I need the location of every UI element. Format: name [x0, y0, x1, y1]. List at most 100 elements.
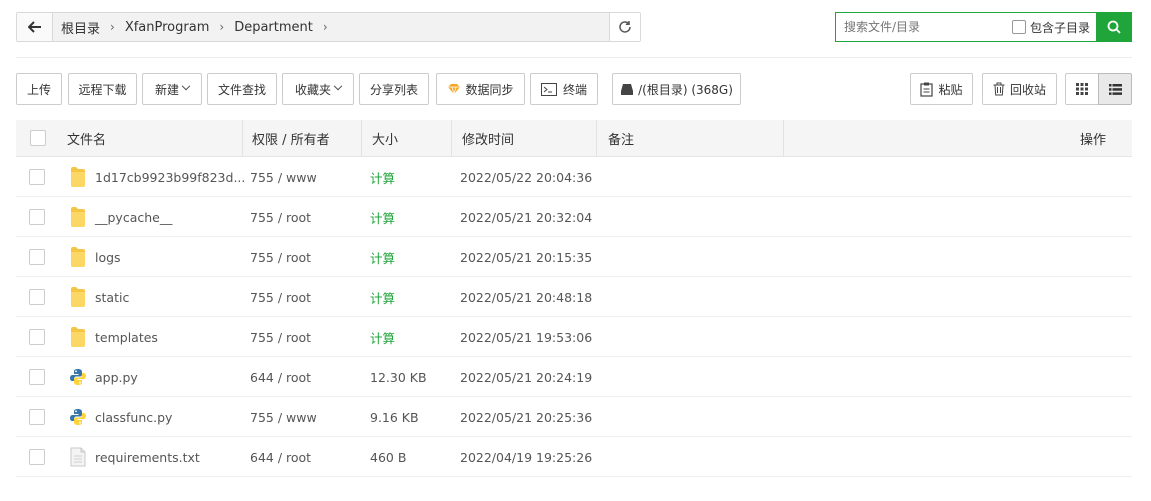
breadcrumb-item-root[interactable]: 根目录	[59, 18, 102, 37]
file-size: 460 B	[370, 449, 407, 465]
row-checkbox[interactable]	[29, 169, 45, 185]
terminal-button[interactable]: 终端	[530, 73, 598, 105]
breadcrumb: 根目录 › XfanProgram › Department ›	[53, 13, 609, 41]
column-header-size[interactable]: 大小	[372, 120, 452, 156]
recycle-bin-label: 回收站	[1009, 82, 1046, 97]
row-checkbox-wrap	[29, 277, 45, 317]
divider	[16, 57, 1132, 58]
new-button[interactable]: 新建	[142, 73, 202, 105]
table-row[interactable]: __pycache__ 755 / root 计算 2022/05/21 20:32:…	[16, 197, 1132, 237]
file-perm[interactable]: 755 / www	[250, 157, 317, 197]
table-row[interactable]: logs 755 / root 计算 2022/05/21 20:15:35	[16, 237, 1132, 277]
file-search-label: 文件查找	[217, 82, 266, 97]
python-file-icon	[67, 357, 89, 397]
row-checkbox[interactable]	[29, 209, 45, 225]
paste-label: 粘贴	[938, 82, 963, 97]
file-size[interactable]: 计算	[370, 237, 395, 277]
file-perm[interactable]: 755 / www	[250, 397, 317, 437]
data-sync-button[interactable]: 数据同步	[436, 73, 525, 105]
grid-view-button[interactable]	[1065, 73, 1099, 105]
refresh-button[interactable]	[609, 13, 640, 41]
file-name[interactable]: 1d17cb9923b99f823d...	[95, 157, 245, 197]
file-size: 12.30 KB	[370, 369, 427, 385]
folder-icon	[67, 237, 89, 277]
row-checkbox[interactable]	[29, 449, 45, 465]
row-checkbox-wrap	[29, 237, 45, 277]
file-perm[interactable]: 755 / root	[250, 237, 311, 277]
table-row[interactable]: 1d17cb9923b99f823d... 755 / www 计算 2022/05/…	[16, 157, 1132, 197]
favorites-label: 收藏夹	[294, 82, 331, 97]
file-name[interactable]: templates	[95, 317, 158, 357]
breadcrumb-item-xfanprogram[interactable]: XfanProgram	[123, 20, 212, 35]
file-perm[interactable]: 755 / root	[250, 277, 311, 317]
file-mtime: 2022/05/21 20:24:19	[460, 369, 593, 385]
breadcrumb-item-department[interactable]: Department	[232, 20, 315, 35]
column-header-mtime[interactable]: 修改时间	[462, 120, 597, 156]
table-row[interactable]: static 755 / root 计算 2022/05/21 20:48:18	[16, 277, 1132, 317]
recycle-bin-button[interactable]: 回收站	[982, 73, 1057, 105]
share-list-button[interactable]: 分享列表	[359, 73, 429, 105]
column-header-action: 操作	[1080, 132, 1107, 148]
row-checkbox[interactable]	[29, 409, 45, 425]
file-name[interactable]: static	[95, 277, 129, 317]
search-input[interactable]	[836, 13, 1012, 41]
file-mtime: 2022/04/19 19:25:26	[460, 449, 593, 465]
table-row[interactable]: requirements.txt 644 / root 460 B 2022/04/1…	[16, 437, 1132, 477]
list-view-button[interactable]	[1098, 73, 1132, 105]
file-perm[interactable]: 644 / root	[250, 437, 311, 477]
row-checkbox[interactable]	[29, 369, 45, 385]
file-size[interactable]: 计算	[370, 317, 395, 357]
paste-button[interactable]: 粘贴	[910, 73, 973, 105]
file-name[interactable]: app.py	[95, 357, 138, 397]
file-name[interactable]: classfunc.py	[95, 397, 172, 437]
file-name[interactable]: logs	[95, 237, 121, 277]
file-size[interactable]: 计算	[370, 157, 395, 197]
row-checkbox-wrap	[29, 397, 45, 437]
row-checkbox[interactable]	[29, 289, 45, 305]
row-checkbox-wrap	[29, 317, 45, 357]
terminal-label: 终端	[562, 82, 587, 97]
favorites-button[interactable]: 收藏夹	[282, 73, 354, 105]
disk-icon	[621, 83, 634, 95]
chevron-right-icon: ›	[322, 20, 328, 34]
back-button[interactable]	[17, 13, 53, 41]
file-mtime: 2022/05/22 20:04:36	[460, 169, 593, 185]
file-mtime: 2022/05/21 19:53:06	[460, 329, 593, 345]
include-subdir-toggle[interactable]: 包含子目录	[1011, 13, 1096, 41]
table-row[interactable]: classfunc.py 755 / www 9.16 KB 2022/05/21 2…	[16, 397, 1132, 437]
folder-icon	[67, 157, 89, 197]
column-header-remark: 备注	[608, 120, 784, 156]
remote-download-label: 远程下载	[78, 82, 127, 97]
file-mtime: 2022/05/21 20:32:04	[460, 209, 593, 225]
column-header-name[interactable]: 文件名	[67, 120, 243, 156]
disk-button[interactable]: /(根目录) (368G)	[612, 73, 741, 105]
file-size[interactable]: 计算	[370, 197, 395, 237]
file-perm[interactable]: 755 / root	[250, 317, 311, 357]
data-sync-label: 数据同步	[465, 82, 514, 97]
address-bar: 根目录 › XfanProgram › Department ›	[16, 12, 641, 42]
row-checkbox[interactable]	[29, 329, 45, 345]
remote-download-button[interactable]: 远程下载	[68, 73, 137, 105]
search-button[interactable]	[1096, 13, 1131, 41]
file-perm[interactable]: 644 / root	[250, 357, 311, 397]
file-perm[interactable]: 755 / root	[250, 197, 311, 237]
terminal-icon	[540, 82, 557, 96]
column-header-perm[interactable]: 权限 / 所有者	[252, 120, 362, 156]
select-all-checkbox[interactable]	[30, 130, 46, 146]
upload-button[interactable]: 上传	[16, 73, 62, 105]
include-subdir-checkbox[interactable]	[1011, 20, 1026, 34]
search-icon	[1107, 20, 1121, 34]
file-size[interactable]: 计算	[370, 277, 395, 317]
table-row[interactable]: templates 755 / root 计算 2022/05/21 19:53:06	[16, 317, 1132, 357]
chevron-right-icon: ›	[110, 20, 115, 34]
search-box: 包含子目录	[835, 12, 1132, 42]
table-header: 文件名 权限 / 所有者 大小 修改时间 备注 操作	[16, 120, 1132, 157]
file-mtime: 2022/05/21 20:15:35	[460, 249, 593, 265]
row-checkbox[interactable]	[29, 249, 45, 265]
grid-icon	[1076, 83, 1088, 95]
table-row[interactable]: app.py 644 / root 12.30 KB 2022/05/21 20:24…	[16, 357, 1132, 397]
file-mtime: 2022/05/21 20:48:18	[460, 289, 593, 305]
file-name[interactable]: __pycache__	[95, 197, 172, 237]
file-name[interactable]: requirements.txt	[95, 437, 200, 477]
file-search-button[interactable]: 文件查找	[207, 73, 277, 105]
